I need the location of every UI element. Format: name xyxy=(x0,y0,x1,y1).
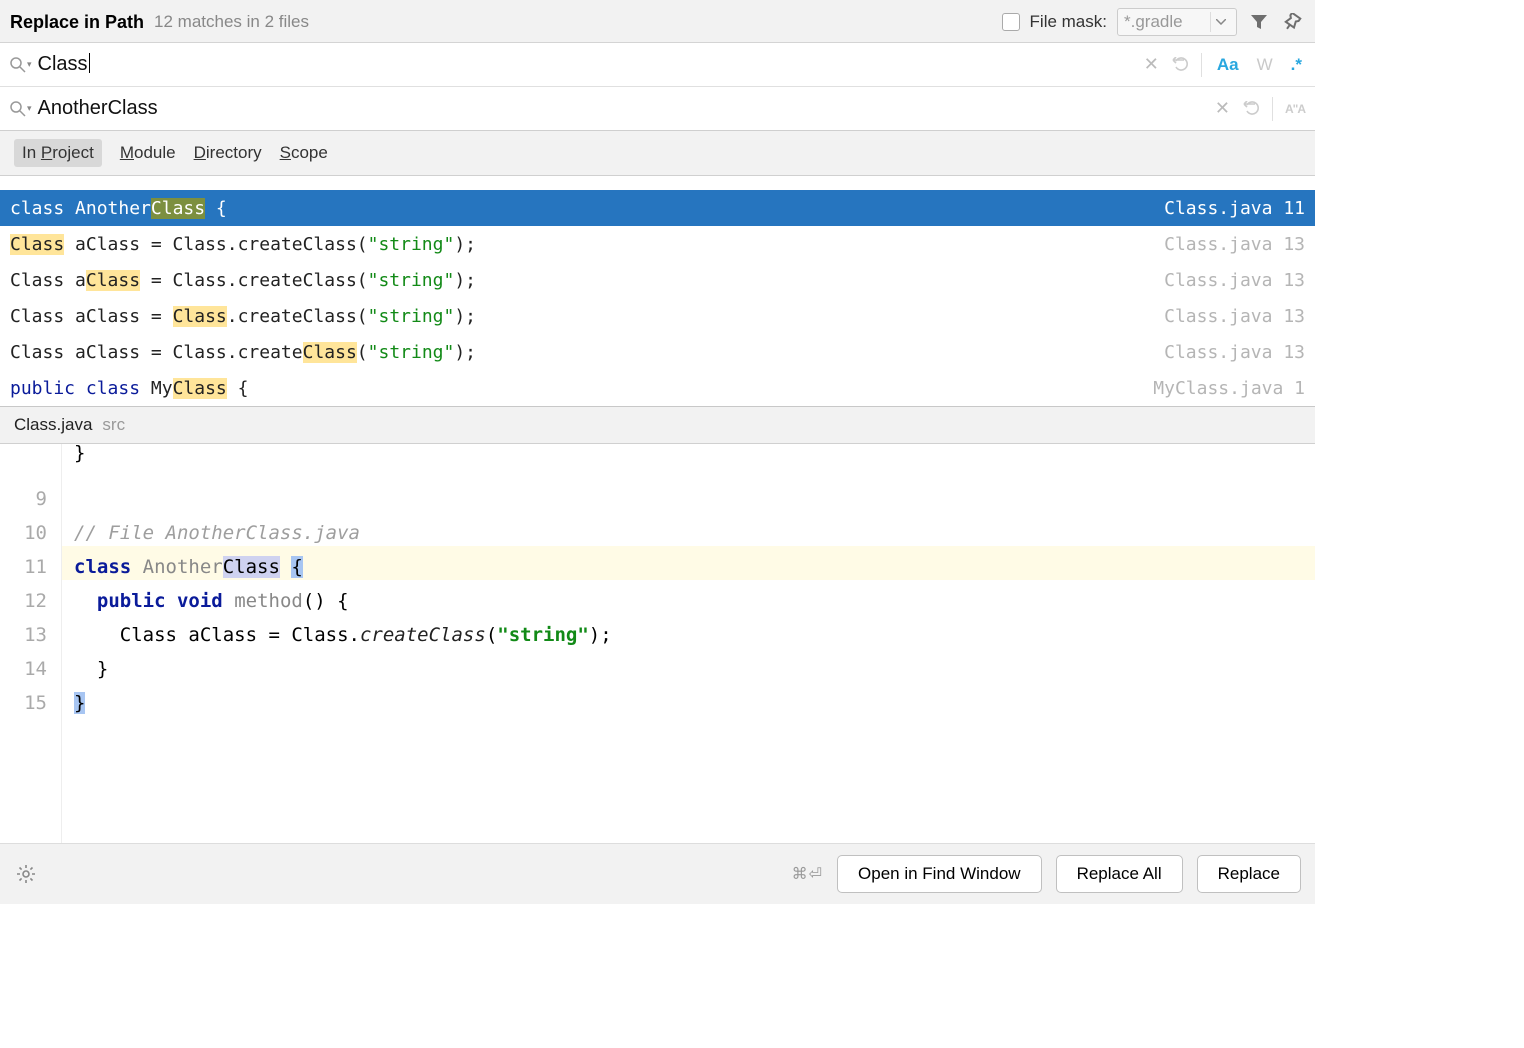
result-text: Class aClass = Class.createClass("string… xyxy=(10,270,476,291)
tab-scope[interactable]: Scope xyxy=(280,143,328,163)
chevron-down-icon xyxy=(1210,12,1230,32)
filemask-checkbox[interactable] xyxy=(1002,13,1020,31)
filemask-select[interactable]: *.gradle xyxy=(1117,8,1237,36)
result-row-peek xyxy=(0,176,1315,190)
match-case-toggle[interactable]: Aa xyxy=(1214,55,1242,75)
regex-toggle[interactable]: .* xyxy=(1288,55,1305,75)
result-location: MyClass.java 1 xyxy=(1153,378,1305,399)
result-text: Class aClass = Class.createClass("string… xyxy=(10,234,476,255)
history-icon[interactable] xyxy=(1242,101,1260,117)
dialog-header: Replace in Path 12 matches in 2 files Fi… xyxy=(0,0,1315,43)
code-body[interactable]: }// File AnotherClass.javaclass AnotherC… xyxy=(62,444,1315,843)
result-location: Class.java 11 xyxy=(1164,198,1305,219)
result-row[interactable]: public class MyClass { MyClass.java 1 xyxy=(0,370,1315,406)
result-location: Class.java 13 xyxy=(1164,306,1305,327)
replace-all-button[interactable]: Replace All xyxy=(1056,855,1183,893)
preview-filename: Class.java xyxy=(14,415,92,435)
result-row[interactable]: Class aClass = Class.createClass("string… xyxy=(0,298,1315,334)
result-text: Class aClass = Class.createClass("string… xyxy=(10,306,476,327)
result-text: public class MyClass { xyxy=(10,378,248,399)
result-location: Class.java 13 xyxy=(1164,234,1305,255)
preserve-case-toggle[interactable]: A"A xyxy=(1285,102,1305,116)
clear-find-icon[interactable]: ✕ xyxy=(1144,54,1159,75)
words-toggle[interactable]: W xyxy=(1254,55,1276,75)
history-icon[interactable] xyxy=(1171,57,1189,73)
find-row: ▾ Class ✕ Aa W .* xyxy=(0,43,1315,87)
gear-icon[interactable] xyxy=(14,862,38,886)
find-input[interactable]: Class xyxy=(38,53,1144,76)
results-list: class AnotherClass { Class.java 11 Class a… xyxy=(0,176,1315,407)
result-location: Class.java 13 xyxy=(1164,342,1305,363)
filemask-value: *.gradle xyxy=(1124,12,1183,32)
preview-path: src xyxy=(102,415,125,435)
replace-row: ▾ AnotherClass ✕ A"A xyxy=(0,87,1315,131)
line-gutter: 9101112131415 xyxy=(0,444,62,843)
tab-directory[interactable]: Directory xyxy=(194,143,262,163)
filter-icon[interactable] xyxy=(1247,10,1271,34)
result-row[interactable]: Class aClass = Class.createClass("string… xyxy=(0,262,1315,298)
clear-replace-icon[interactable]: ✕ xyxy=(1215,98,1230,119)
open-in-find-window-button[interactable]: Open in Find Window xyxy=(837,855,1042,893)
pin-icon[interactable] xyxy=(1281,10,1305,34)
result-row[interactable]: class AnotherClass { Class.java 11 xyxy=(0,190,1315,226)
replace-button[interactable]: Replace xyxy=(1197,855,1301,893)
dialog-footer: ⌘⏎ Open in Find Window Replace All Repla… xyxy=(0,844,1315,904)
replace-input[interactable]: AnotherClass xyxy=(38,97,1215,120)
tab-module[interactable]: Module xyxy=(120,143,176,163)
preview-header: Class.java src xyxy=(0,407,1315,444)
code-preview: 9101112131415 }// File AnotherClass.java… xyxy=(0,444,1315,844)
result-location: Class.java 13 xyxy=(1164,270,1305,291)
search-icon: ▾ xyxy=(10,101,32,117)
result-row[interactable]: Class aClass = Class.createClass("string… xyxy=(0,226,1315,262)
filemask-label: File mask: xyxy=(1030,12,1107,32)
search-icon: ▾ xyxy=(10,57,32,73)
result-text: Class aClass = Class.createClass("string… xyxy=(10,342,476,363)
shortcut-hint: ⌘⏎ xyxy=(792,864,823,884)
scope-tabs: In Project Module Directory Scope xyxy=(0,131,1315,176)
result-row[interactable]: Class aClass = Class.createClass("string… xyxy=(0,334,1315,370)
match-count: 12 matches in 2 files xyxy=(154,12,309,32)
dialog-title: Replace in Path xyxy=(10,12,144,33)
tab-in-project[interactable]: In Project xyxy=(14,139,102,167)
result-text: class AnotherClass { xyxy=(10,198,227,219)
